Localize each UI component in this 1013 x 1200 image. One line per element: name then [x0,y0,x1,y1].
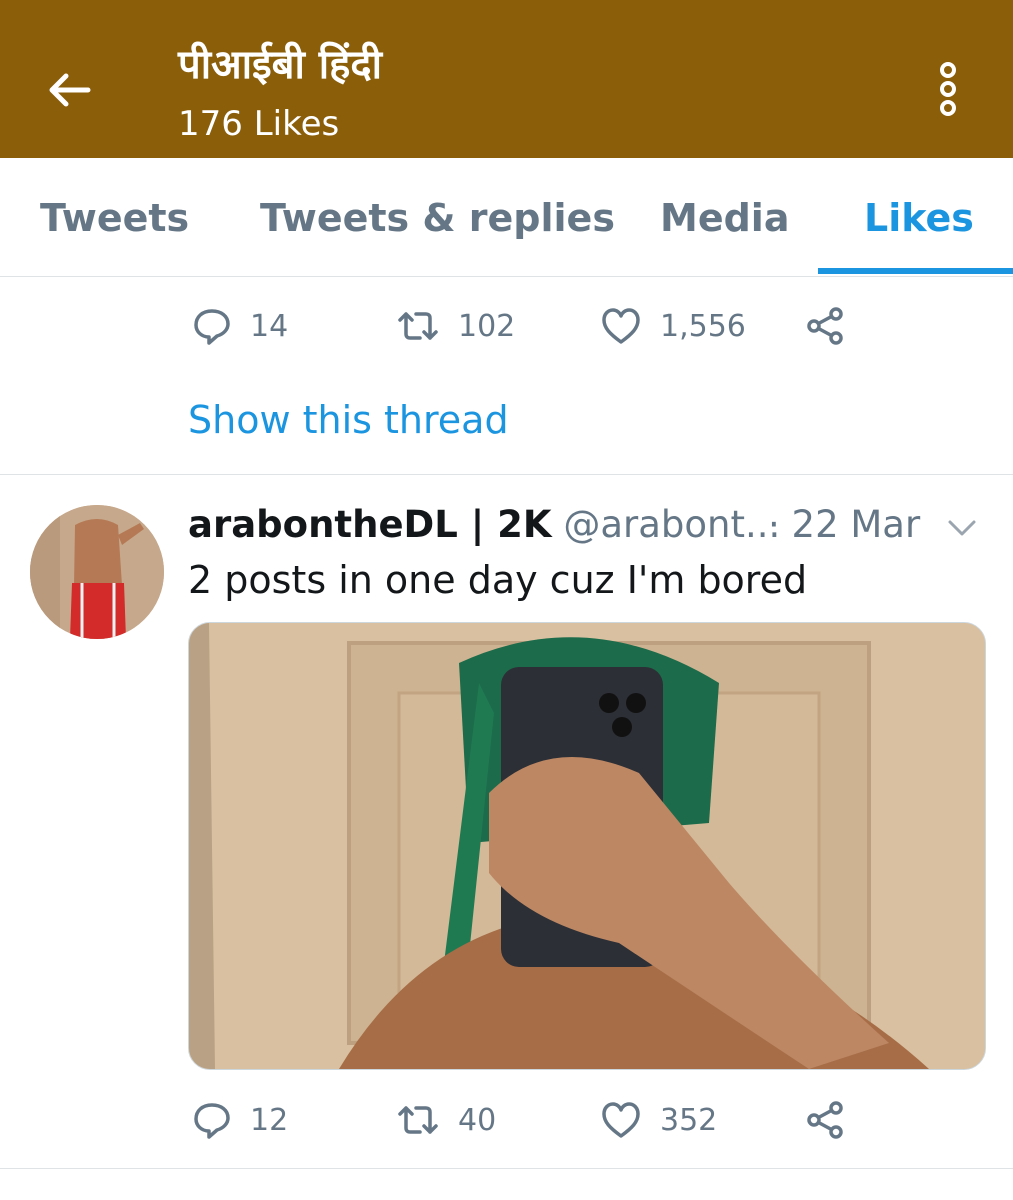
tweet-divider [0,474,1013,475]
tab-likes[interactable]: Likes [864,194,974,242]
avatar-photo [30,505,164,639]
tweet-media-image[interactable] [188,622,986,1070]
tweet-text: 2 posts in one day cuz I'm bored [188,558,808,602]
heart-icon [602,308,640,344]
more-vertical-icon [940,62,956,116]
like-count: 352 [660,1102,718,1138]
more-options-button[interactable] [928,58,968,124]
tweet-date[interactable]: · 22 Mar [768,500,920,550]
reply-count: 12 [250,1102,289,1138]
tab-tweets[interactable]: Tweets [40,194,189,242]
retweet-count: 40 [458,1102,497,1138]
tweet-divider [0,1168,1013,1169]
reply-icon [194,1103,230,1139]
active-tab-indicator [818,268,1013,274]
tab-tweets-replies[interactable]: Tweets & replies [260,194,615,242]
retweet-icon [398,1106,438,1134]
media-photo [189,623,985,1069]
chevron-down-icon [948,520,976,536]
tweet-actions: 12 40 352 [0,1090,1013,1150]
profile-header: पीआईबी हिंदी 176 Likes [0,0,1013,158]
like-button[interactable]: 352 [600,1090,717,1150]
profile-tabs: Tweets Tweets & replies Media Likes [0,158,1013,277]
tweet-author[interactable]: arabontheDL | 2K @arabont... [188,500,780,550]
likes-count: 176 Likes [178,104,340,144]
reply-count: 14 [250,308,289,344]
retweet-count: 102 [458,308,516,344]
reply-button[interactable]: 12 [192,1090,288,1150]
retweet-button[interactable]: 102 [396,296,515,356]
share-icon [807,307,843,345]
tab-media[interactable]: Media [660,194,789,242]
retweet-icon [398,312,438,340]
author-handle: @arabont... [563,503,781,546]
show-thread-link[interactable]: Show this thread [188,396,509,444]
share-button[interactable] [804,1090,846,1150]
arrow-left-icon [49,73,91,107]
author-name: arabontheDL | 2K [188,503,552,546]
like-count: 1,556 [660,308,746,344]
like-button[interactable]: 1,556 [600,296,746,356]
back-button[interactable] [40,60,100,120]
tweet-menu-button[interactable] [944,510,980,546]
share-icon [807,1101,843,1139]
reply-icon [194,309,230,345]
prev-tweet-actions: 14 102 1,556 [0,296,1013,356]
avatar[interactable] [30,505,164,639]
profile-name: पीआईबी हिंदी [178,42,382,88]
heart-icon [602,1102,640,1138]
share-button[interactable] [804,296,846,356]
retweet-button[interactable]: 40 [396,1090,496,1150]
reply-button[interactable]: 14 [192,296,288,356]
